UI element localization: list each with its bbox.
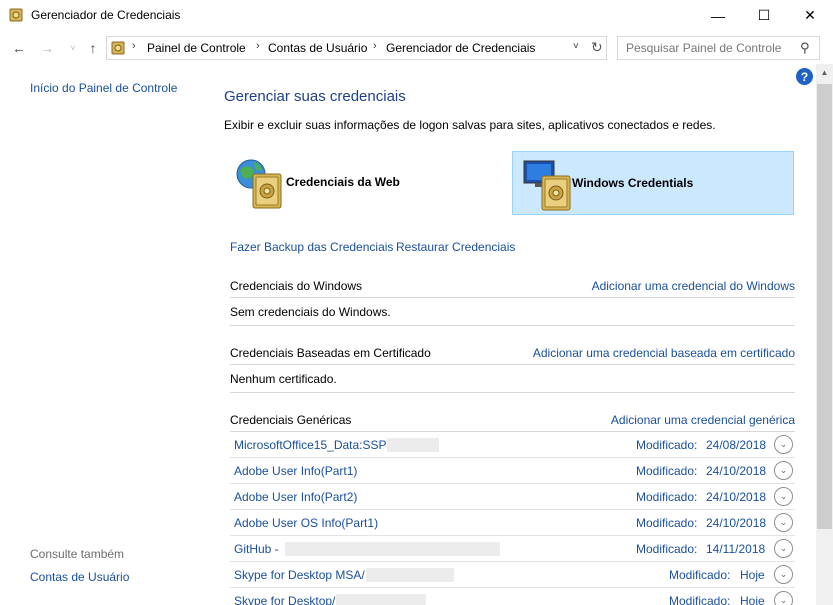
credential-row[interactable]: Skype for Desktop MSA/ Modificado: Hoje … (230, 562, 795, 588)
help-icon[interactable]: ? (796, 68, 813, 85)
credential-modified-label: Modificado: (636, 516, 698, 530)
breadcrumb-control-panel[interactable]: Painel de Controle (147, 41, 246, 55)
expand-chevron-icon[interactable]: ⌄ (774, 461, 793, 480)
redacted-text (387, 438, 439, 452)
credential-name[interactable]: GitHub - (234, 542, 279, 556)
redacted-text (336, 594, 426, 605)
scroll-thumb[interactable] (817, 84, 832, 529)
minimize-button[interactable]: — (695, 0, 741, 31)
sidebar-control-panel-home-link[interactable]: Início do Painel de Controle (30, 81, 177, 95)
credential-name[interactable]: MicrosoftOffice15_Data:SSPI: (234, 438, 393, 452)
expand-chevron-icon[interactable]: ⌄ (774, 487, 793, 506)
credential-modified-label: Modificado: (636, 542, 698, 556)
section-divider (230, 392, 795, 393)
credential-row[interactable]: Adobe User Info(Part2) Modificado: 24/10… (230, 484, 795, 510)
windows-credentials-tile[interactable]: Windows Credentials (512, 151, 794, 215)
section-divider (230, 364, 795, 365)
page-title: Gerenciar suas credenciais (224, 88, 406, 105)
title-bar: Gerenciador de Credenciais — ☐ ✕ (0, 0, 833, 31)
windows-credentials-header[interactable]: Credenciais do Windows (230, 279, 362, 293)
credential-manager-icon (9, 8, 23, 22)
credential-modified-date: 24/10/2018 (706, 516, 767, 530)
credential-modified-date: Hoje (740, 594, 765, 605)
see-also-heading: Consulte também (30, 547, 125, 561)
breadcrumb-separator: › (132, 40, 136, 52)
redacted-text (366, 568, 454, 582)
control-panel-icon (111, 41, 125, 55)
credential-modified-date: 24/08/2018 (706, 438, 767, 452)
credential-modified-label: Modificado: (669, 594, 731, 605)
maximize-button[interactable]: ☐ (741, 0, 787, 31)
expand-chevron-icon[interactable]: ⌄ (774, 513, 793, 532)
web-credentials-tile[interactable]: Credenciais da Web (230, 151, 500, 215)
navigation-bar: ← → ˅ ↑ › Painel de Controle › Contas de… (0, 31, 833, 64)
credential-name[interactable]: Adobe User Info(Part2) (234, 490, 357, 504)
backup-credentials-link[interactable]: Fazer Backup das Credenciais (230, 240, 393, 254)
credential-modified-date: Hoje (740, 568, 765, 582)
credential-modified-label: Modificado: (636, 438, 698, 452)
address-bar[interactable]: › Painel de Controle › Contas de Usuário… (106, 36, 607, 60)
credential-modified-date: 24/10/2018 (706, 464, 767, 478)
redacted-text (285, 542, 500, 556)
up-button[interactable]: ↑ (84, 40, 102, 56)
credential-name[interactable]: Adobe User OS Info(Part1) (234, 516, 378, 530)
search-input[interactable]: Pesquisar Painel de Controle (626, 41, 781, 55)
web-credentials-icon (236, 159, 282, 209)
refresh-icon[interactable]: ↻ (591, 39, 603, 56)
certificate-empty-text: Nenhum certificado. (230, 372, 337, 386)
expand-chevron-icon[interactable]: ⌄ (774, 435, 793, 454)
credential-modified-label: Modificado: (636, 464, 698, 478)
windows-credentials-label[interactable]: Windows Credentials (572, 176, 693, 190)
window-title: Gerenciador de Credenciais (31, 8, 181, 22)
section-divider (230, 297, 795, 298)
restore-credentials-link[interactable]: Restaurar Credenciais (396, 240, 515, 254)
expand-chevron-icon[interactable]: ⌄ (774, 539, 793, 558)
credential-row[interactable]: Adobe User Info(Part1) Modificado: 24/10… (230, 458, 795, 484)
back-button[interactable]: ← (10, 40, 28, 56)
breadcrumb-user-accounts[interactable]: Contas de Usuário (268, 41, 367, 55)
windows-credentials-empty-text: Sem credenciais do Windows. (230, 305, 391, 319)
credential-modified-label: Modificado: (636, 490, 698, 504)
expand-chevron-icon[interactable]: ⌄ (774, 565, 793, 584)
add-certificate-credential-link[interactable]: Adicionar uma credencial baseada em cert… (533, 346, 795, 360)
breadcrumb-credential-manager[interactable]: Gerenciador de Credenciais (386, 41, 535, 55)
certificate-credentials-header[interactable]: Credenciais Baseadas em Certificado (230, 346, 431, 360)
credential-row[interactable]: GitHub - Modificado: 14/11/2018 ⌄ (230, 536, 795, 562)
search-icon[interactable]: ⚲ (800, 40, 810, 56)
credential-modified-date: 24/10/2018 (706, 490, 767, 504)
credential-name[interactable]: Adobe User Info(Part1) (234, 464, 357, 478)
credential-row[interactable]: Adobe User OS Info(Part1) Modificado: 24… (230, 510, 795, 536)
breadcrumb-separator[interactable]: › (373, 40, 377, 52)
page-description: Exibir e excluir suas informações de log… (224, 118, 716, 132)
credential-modified-date: 14/11/2018 (706, 542, 766, 556)
credential-name[interactable]: Skype for Desktop/ (234, 594, 335, 605)
generic-credentials-header[interactable]: Credenciais Genéricas (230, 413, 351, 427)
forward-button[interactable]: → (38, 40, 56, 56)
credential-row[interactable]: MicrosoftOffice15_Data:SSPI: Modificado:… (230, 432, 795, 458)
sidebar-user-accounts-link[interactable]: Contas de Usuário (30, 570, 129, 584)
recent-locations-button[interactable]: ˅ (64, 40, 82, 56)
add-generic-credential-link[interactable]: Adicionar uma credencial genérica (611, 413, 795, 427)
section-divider (230, 325, 795, 326)
credential-modified-label: Modificado: (669, 568, 731, 582)
search-box[interactable]: Pesquisar Painel de Controle ⚲ (617, 36, 820, 60)
credential-name[interactable]: Skype for Desktop MSA/ (234, 568, 365, 582)
windows-credentials-icon (523, 160, 571, 211)
address-dropdown-icon[interactable]: ˅ (573, 41, 579, 52)
web-credentials-label[interactable]: Credenciais da Web (286, 175, 400, 189)
expand-chevron-icon[interactable]: ⌄ (774, 591, 793, 605)
scroll-up-arrow[interactable]: ▲ (816, 68, 833, 77)
credential-row[interactable]: Skype for Desktop/ Modificado: Hoje ⌄ (230, 588, 795, 605)
breadcrumb-separator[interactable]: › (256, 40, 260, 52)
close-button[interactable]: ✕ (787, 0, 833, 31)
vertical-scrollbar[interactable]: ▲ (816, 64, 833, 605)
add-windows-credential-link[interactable]: Adicionar uma credencial do Windows (592, 279, 795, 293)
